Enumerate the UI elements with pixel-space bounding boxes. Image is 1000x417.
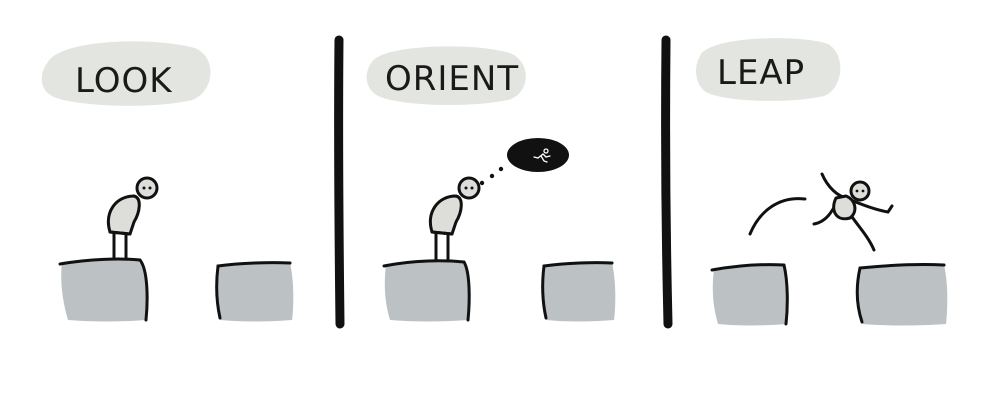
block-right-orient (542, 262, 616, 322)
panel-title-orient: ORIENT (385, 59, 519, 99)
panel-divider-2 (661, 35, 673, 329)
figure-leaping (812, 172, 894, 252)
panel-title-leap: LEAP (717, 53, 805, 93)
panel-orient: ORIENT (366, 46, 616, 322)
comic-strip: LOOK ORIENT LEAP (41, 35, 948, 329)
block-left-orient (384, 260, 470, 322)
block-left-leap (712, 264, 788, 326)
block-left-look (61, 258, 148, 322)
panel-title-look: LOOK (75, 61, 173, 101)
figure-looking-down (107, 176, 159, 264)
panel-look: LOOK (41, 41, 294, 322)
block-right-look (216, 262, 294, 322)
panel-divider-1 (334, 35, 345, 329)
block-right-leap (857, 264, 948, 326)
leap-motion-arc (748, 197, 807, 236)
thought-bubble (479, 138, 569, 186)
figure-orienting (429, 176, 481, 264)
panel-leap: LEAP (696, 38, 948, 326)
